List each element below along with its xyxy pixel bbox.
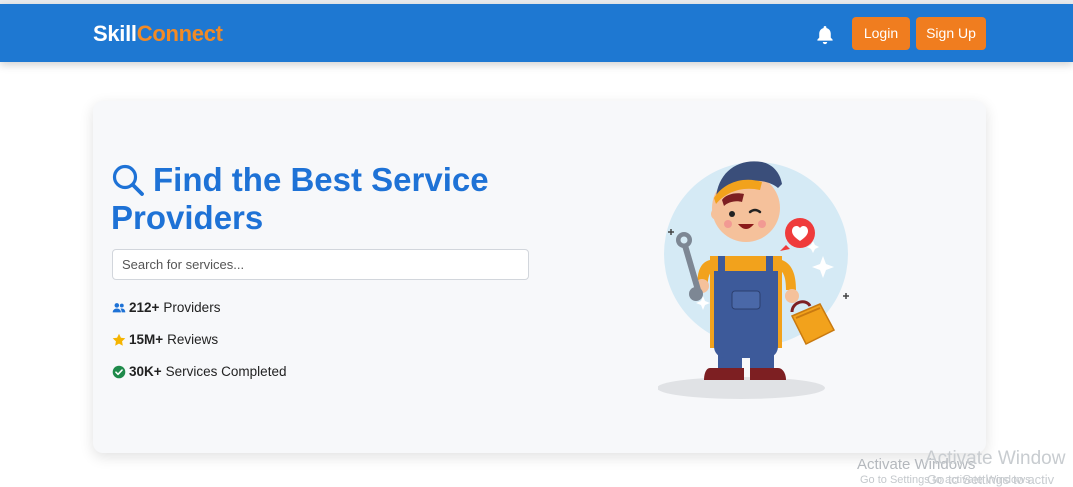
brand-logo-part1: Skill	[93, 21, 137, 46]
repairman-illustration	[658, 161, 849, 399]
search-field[interactable]	[112, 249, 529, 280]
hero-heading: Find the Best Service Providers	[111, 161, 531, 237]
stat-reviews-value: 15M+	[129, 332, 164, 347]
stat-services-label: Services Completed	[165, 364, 287, 379]
stat-services-value: 30K+	[129, 364, 162, 379]
star-icon	[112, 333, 126, 346]
check-circle-icon	[112, 365, 126, 378]
stat-reviews-label: Reviews	[167, 332, 219, 347]
magnifier-icon	[112, 164, 144, 196]
stat-providers-value: 212+	[129, 300, 160, 315]
stat-services: 30K+ Services Completed	[112, 364, 286, 379]
navbar: SkillConnect Login Sign Up	[0, 4, 1073, 62]
login-button[interactable]: Login	[852, 17, 910, 50]
brand-logo-part2: Connect	[136, 21, 223, 46]
stat-reviews: 15M+ Reviews	[112, 332, 218, 347]
brand-logo[interactable]: SkillConnect	[93, 21, 223, 47]
os-activation-watermark-overlay: Activate Window	[925, 448, 1066, 469]
stat-providers-label: Providers	[163, 300, 221, 315]
bell-icon[interactable]	[814, 24, 836, 46]
stat-providers: 212+ Providers	[112, 300, 220, 315]
users-icon	[112, 302, 126, 312]
search-input[interactable]	[113, 250, 512, 279]
hero-card: Find the Best Service Providers 212+ Pro…	[93, 101, 986, 453]
signup-button[interactable]: Sign Up	[916, 17, 986, 50]
page-title: Find the Best Service Providers	[111, 161, 489, 236]
os-activation-subtext-overlay: Go to Settings to activ	[927, 472, 1055, 487]
